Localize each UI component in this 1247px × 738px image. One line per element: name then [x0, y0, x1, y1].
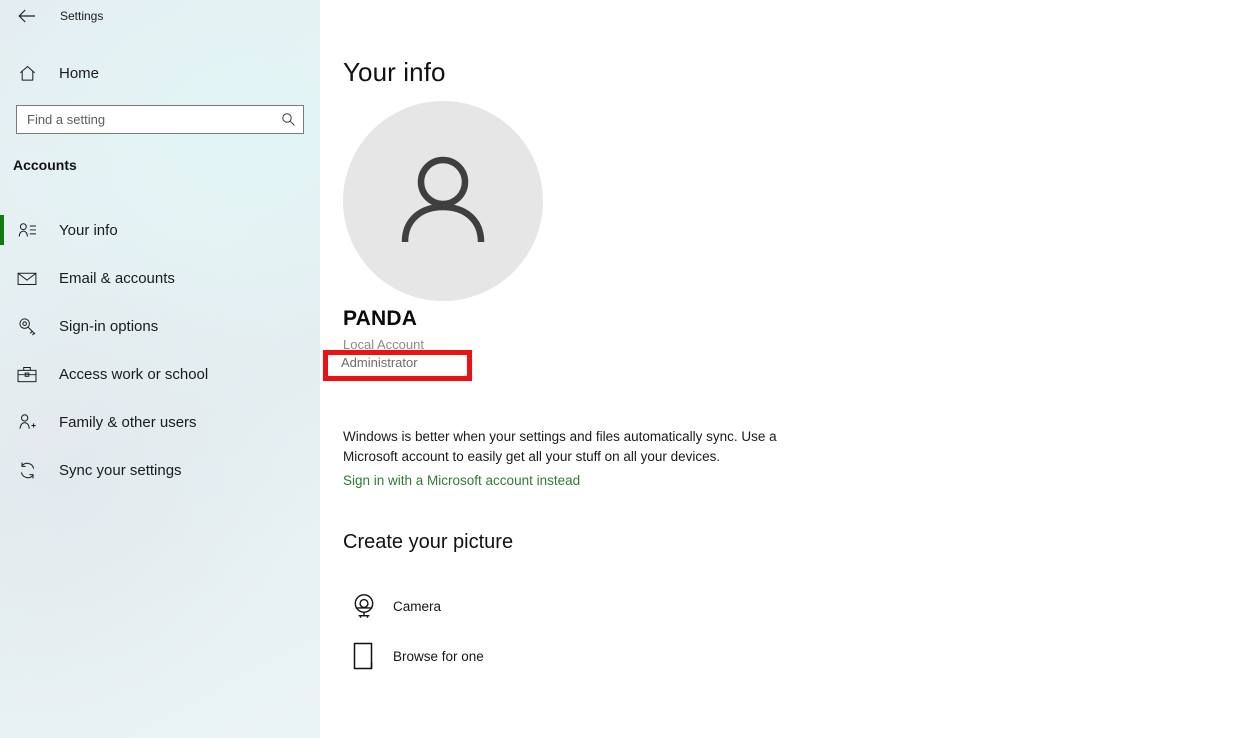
picture-option-label: Camera: [393, 598, 442, 614]
selection-indicator: [0, 263, 4, 293]
selection-indicator: [0, 311, 4, 341]
microsoft-account-signin-link[interactable]: Sign in with a Microsoft account instead: [343, 473, 580, 488]
sidebar-item-email-accounts[interactable]: Email & accounts: [0, 254, 320, 302]
search-input[interactable]: [17, 106, 273, 133]
selection-indicator: [0, 215, 4, 245]
sync-description: Windows is better when your settings and…: [343, 429, 777, 464]
sidebar-item-access-work-school[interactable]: Access work or school: [0, 350, 320, 398]
webcam-icon: [343, 585, 385, 627]
sidebar-nav-list: Your info Email & accounts Sign-in optio…: [0, 206, 320, 494]
sidebar-item-label: Sync your settings: [59, 461, 182, 479]
page-title: Your info: [343, 57, 446, 87]
file-browse-icon: [343, 635, 385, 677]
selection-indicator: [0, 407, 4, 437]
sidebar-item-family-other-users[interactable]: Family & other users: [0, 398, 320, 446]
title-bar: Settings: [0, 0, 320, 32]
sidebar-item-signin-options[interactable]: Sign-in options: [0, 302, 320, 350]
sidebar-item-label: Sign-in options: [59, 317, 159, 335]
sidebar: Settings Home Accounts: [0, 0, 320, 738]
highlight-annotation-label: Administrator: [341, 355, 418, 370]
user-add-icon: [11, 413, 43, 431]
account-name: PANDA: [343, 307, 418, 330]
envelope-icon: [11, 271, 43, 286]
key-icon: [11, 317, 43, 336]
home-label: Home: [59, 64, 100, 82]
search-box[interactable]: [16, 105, 304, 134]
sidebar-item-sync-your-settings[interactable]: Sync your settings: [0, 446, 320, 494]
sidebar-item-label: Access work or school: [59, 365, 209, 383]
sync-icon: [11, 461, 43, 480]
avatar[interactable]: [343, 101, 543, 301]
picture-option-label: Browse for one: [393, 648, 484, 664]
window-title: Settings: [60, 9, 104, 23]
sidebar-item-label: Email & accounts: [59, 269, 175, 287]
picture-option-browse[interactable]: Browse for one: [343, 635, 484, 677]
sidebar-item-your-info[interactable]: Your info: [0, 206, 320, 254]
sidebar-item-label: Your info: [59, 221, 118, 239]
selection-indicator: [0, 455, 4, 485]
briefcase-icon: [11, 366, 43, 383]
sidebar-item-home[interactable]: Home: [0, 58, 320, 88]
search-icon[interactable]: [273, 112, 303, 127]
selection-indicator: [0, 359, 4, 389]
back-arrow-icon: [18, 9, 36, 23]
person-avatar-icon: [391, 147, 495, 256]
main-content: Your info PANDA Local Account Administra…: [320, 0, 1247, 738]
create-picture-heading: Create your picture: [343, 531, 514, 553]
home-icon: [11, 64, 43, 83]
user-info-icon: [11, 222, 43, 239]
picture-option-camera[interactable]: Camera: [343, 585, 441, 627]
settings-window: Settings Home Accounts: [0, 0, 1247, 738]
sidebar-item-label: Family & other users: [59, 413, 197, 431]
back-button[interactable]: [8, 0, 46, 32]
sidebar-group-heading: Accounts: [13, 157, 77, 173]
